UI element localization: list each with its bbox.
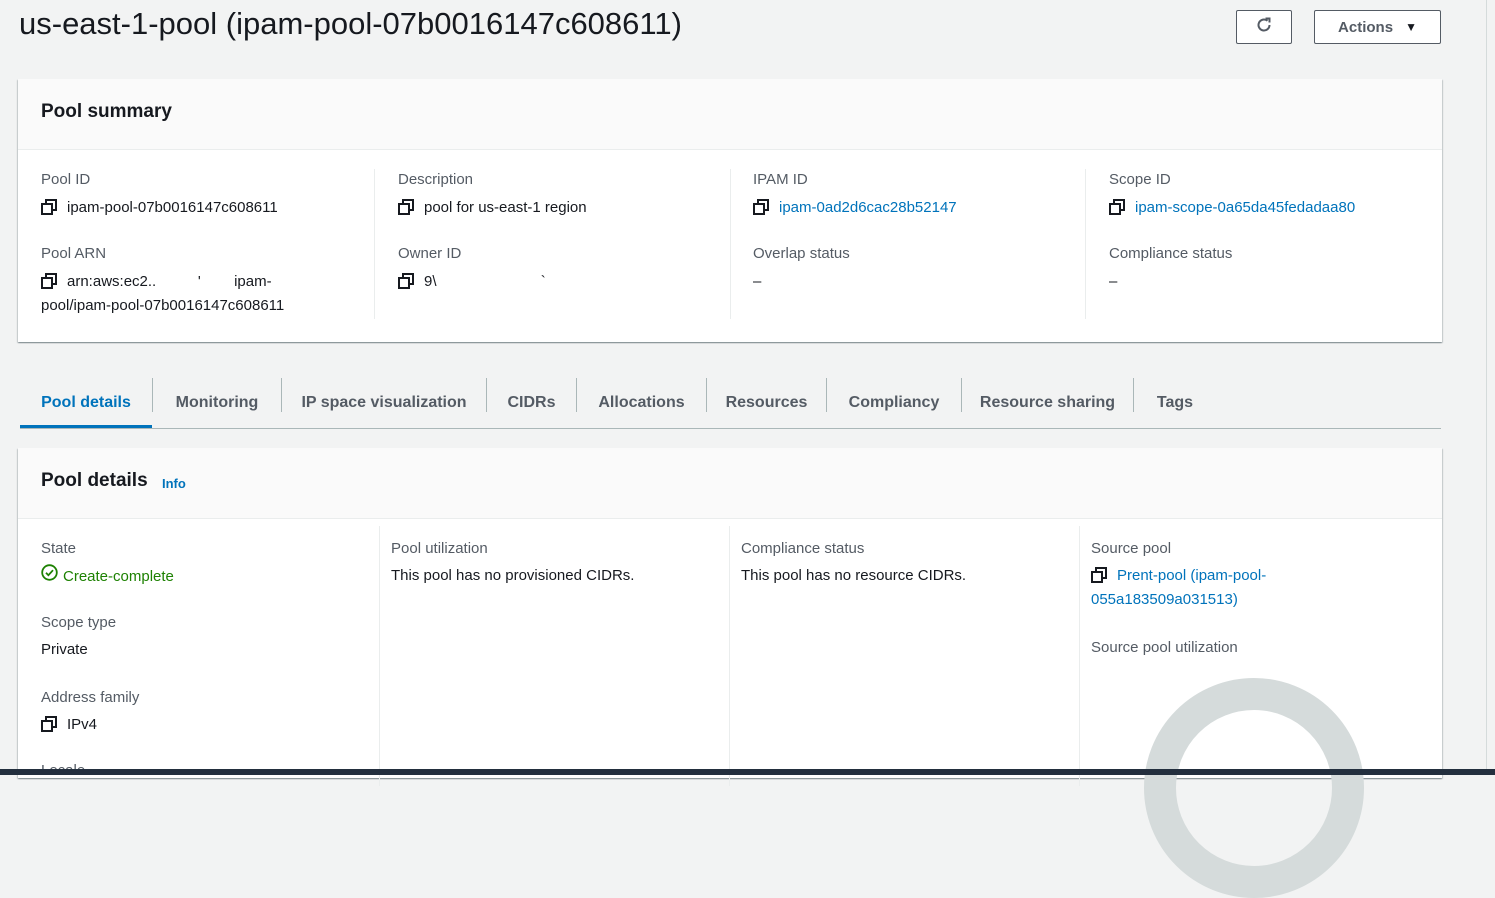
pool-summary-card: Pool summary Pool ID ipam-pool-07b001614… <box>18 79 1442 342</box>
actions-button[interactable]: Actions ▼ <box>1314 10 1441 44</box>
address-family-text: IPv4 <box>67 716 98 733</box>
caret-down-icon: ▼ <box>1405 20 1417 34</box>
pool-details-header: Pool details Info <box>18 448 1442 519</box>
refresh-button[interactable] <box>1236 10 1292 44</box>
pool-arn-text-line2: pool/ipam-pool-07b0016147c608611 <box>41 297 285 314</box>
source-pool-utilization-donut <box>1144 678 1364 898</box>
ipam-id-link[interactable]: ipam-0ad2d6cac28b52147 <box>779 196 957 220</box>
scrollbar-edge <box>1486 0 1487 775</box>
pool-id-value: ipam-pool-07b0016147c608611 <box>41 196 278 220</box>
scope-id-value: ipam-scope-0a65da45fedadaa80 <box>1109 196 1355 220</box>
ipam-id-value: ipam-0ad2d6cac28b52147 <box>753 196 957 220</box>
copy-icon[interactable] <box>753 199 770 216</box>
owner-id-label: Owner ID <box>398 245 462 262</box>
state-text: Create-complete <box>63 567 174 585</box>
overlap-status-label: Overlap status <box>753 245 850 262</box>
column-divider <box>379 526 380 786</box>
refresh-icon <box>1255 16 1273 38</box>
owner-id-text: 9\ ` <box>424 273 546 290</box>
source-pool-utilization-label: Source pool utilization <box>1091 639 1238 656</box>
source-pool-label: Source pool <box>1091 540 1172 557</box>
description-text: pool for us-east-1 region <box>424 199 587 216</box>
description-label: Description <box>398 171 474 188</box>
pool-arn-text-line1: arn:aws:ec2.. ' ipam- <box>67 273 272 290</box>
ipam-id-label: IPAM ID <box>753 171 808 188</box>
actions-label: Actions <box>1338 18 1394 36</box>
state-value: Create-complete <box>41 564 174 589</box>
pool-id-text: ipam-pool-07b0016147c608611 <box>67 199 278 216</box>
details-compliance-label: Compliance status <box>741 540 865 557</box>
pool-summary-header: Pool summary <box>18 79 1442 150</box>
pool-tabs: Pool details Monitoring IP space visuali… <box>20 378 1441 429</box>
pool-summary-title: Pool summary <box>41 101 172 122</box>
tab-pool-details[interactable]: Pool details <box>20 378 152 428</box>
column-divider <box>374 169 375 319</box>
column-divider <box>730 169 731 319</box>
scope-type-value: Private <box>41 641 88 658</box>
pool-arn-label: Pool ARN <box>41 245 107 262</box>
pool-id-label: Pool ID <box>41 171 91 188</box>
source-pool-value: Prent-pool (ipam-pool- 055a183509a031513… <box>1091 564 1341 612</box>
tab-tags[interactable]: Tags <box>1134 378 1216 427</box>
address-family-value: IPv4 <box>41 713 97 737</box>
source-pool-link-line2[interactable]: 055a183509a031513) <box>1091 588 1341 612</box>
compliance-status-label: Compliance status <box>1109 245 1233 262</box>
pool-details-title: Pool details <box>41 470 148 491</box>
tab-ip-space-visualization[interactable]: IP space visualization <box>282 378 486 427</box>
scope-type-label: Scope type <box>41 614 117 631</box>
column-divider <box>729 526 730 786</box>
owner-id-value: 9\ ` <box>398 270 546 294</box>
pool-arn-value: arn:aws:ec2.. ' ipam- pool/ipam-pool-07b… <box>41 270 361 318</box>
tab-monitoring[interactable]: Monitoring <box>153 378 281 427</box>
tab-cidrs[interactable]: CIDRs <box>487 378 576 427</box>
copy-icon[interactable] <box>1109 199 1126 216</box>
page-title: us-east-1-pool (ipam-pool-07b0016147c608… <box>19 6 682 41</box>
tab-allocations[interactable]: Allocations <box>577 378 706 427</box>
pool-utilization-value: This pool has no provisioned CIDRs. <box>391 567 635 584</box>
copy-icon[interactable] <box>1091 567 1108 584</box>
column-divider <box>1085 169 1086 319</box>
column-divider <box>1079 526 1080 786</box>
tab-compliancy[interactable]: Compliancy <box>827 378 961 427</box>
scope-id-link[interactable]: ipam-scope-0a65da45fedadaa80 <box>1135 196 1355 220</box>
tab-resource-sharing[interactable]: Resource sharing <box>962 378 1133 427</box>
scope-id-label: Scope ID <box>1109 171 1171 188</box>
overlap-status-value: – <box>753 273 762 290</box>
description-value: pool for us-east-1 region <box>398 196 587 220</box>
details-compliance-value: This pool has no resource CIDRs. <box>741 567 967 584</box>
copy-icon[interactable] <box>41 273 58 290</box>
success-check-icon <box>41 564 58 589</box>
source-pool-link[interactable]: Prent-pool (ipam-pool- <box>1117 564 1266 588</box>
info-link[interactable]: Info <box>162 476 186 491</box>
pool-utilization-label: Pool utilization <box>391 540 488 557</box>
state-label: State <box>41 540 77 557</box>
copy-icon[interactable] <box>398 199 415 216</box>
tab-resources[interactable]: Resources <box>707 378 826 427</box>
address-family-label: Address family <box>41 689 140 706</box>
compliance-status-value: – <box>1109 273 1118 290</box>
copy-icon[interactable] <box>41 716 58 733</box>
bottom-bar <box>0 769 1495 775</box>
copy-icon[interactable] <box>398 273 415 290</box>
copy-icon[interactable] <box>41 199 58 216</box>
